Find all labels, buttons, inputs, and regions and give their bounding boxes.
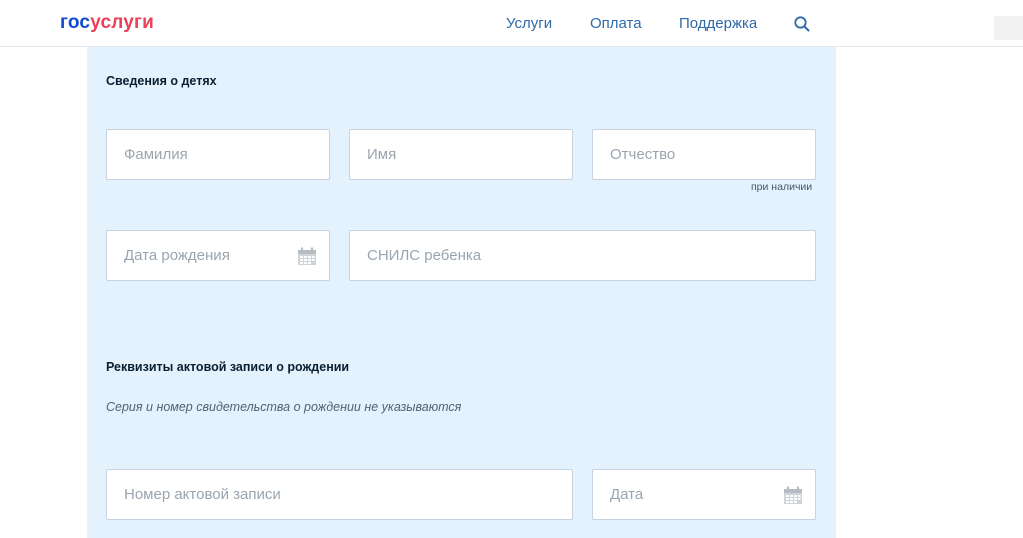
header-side-button[interactable] (994, 16, 1023, 40)
record-number-input[interactable]: Номер актовой записи (106, 469, 573, 520)
birth-record-note: Серия и номер свидетельства о рождении н… (106, 400, 462, 414)
birth-record-section-title: Реквизиты актовой записи о рождении (106, 360, 350, 374)
name-placeholder: Имя (367, 146, 397, 163)
snils-placeholder: СНИЛС ребенка (367, 247, 482, 264)
record-date-input[interactable]: Дата (592, 469, 816, 520)
surname-placeholder: Фамилия (124, 146, 188, 163)
patronymic-input[interactable]: Отчество (592, 129, 816, 180)
name-input[interactable]: Имя (349, 129, 573, 180)
calendar-icon[interactable] (297, 247, 317, 266)
birthdate-placeholder: Дата рождения (124, 247, 230, 264)
nav-link-payment[interactable]: Оплата (590, 15, 642, 32)
top-header: госуслуги Услуги Оплата Поддержка (0, 0, 1023, 47)
record-date-placeholder: Дата (610, 486, 644, 503)
nav-link-support[interactable]: Поддержка (679, 15, 757, 32)
logo-part-gos: гос (60, 12, 91, 33)
patronymic-hint: при наличии (751, 181, 813, 193)
calendar-icon[interactable] (783, 486, 803, 505)
gosuslugi-logo[interactable]: госуслуги (60, 12, 154, 34)
form-panel (87, 47, 836, 538)
patronymic-placeholder: Отчество (610, 146, 676, 163)
record-number-placeholder: Номер актовой записи (124, 486, 281, 503)
birthdate-input[interactable]: Дата рождения (106, 230, 330, 281)
snils-input[interactable]: СНИЛС ребенка (349, 230, 816, 281)
logo-part-uslugi: услуги (90, 12, 155, 33)
search-icon[interactable] (793, 15, 811, 33)
surname-input[interactable]: Фамилия (106, 129, 330, 180)
children-section-title: Сведения о детях (106, 74, 217, 88)
nav-link-services[interactable]: Услуги (506, 15, 552, 32)
